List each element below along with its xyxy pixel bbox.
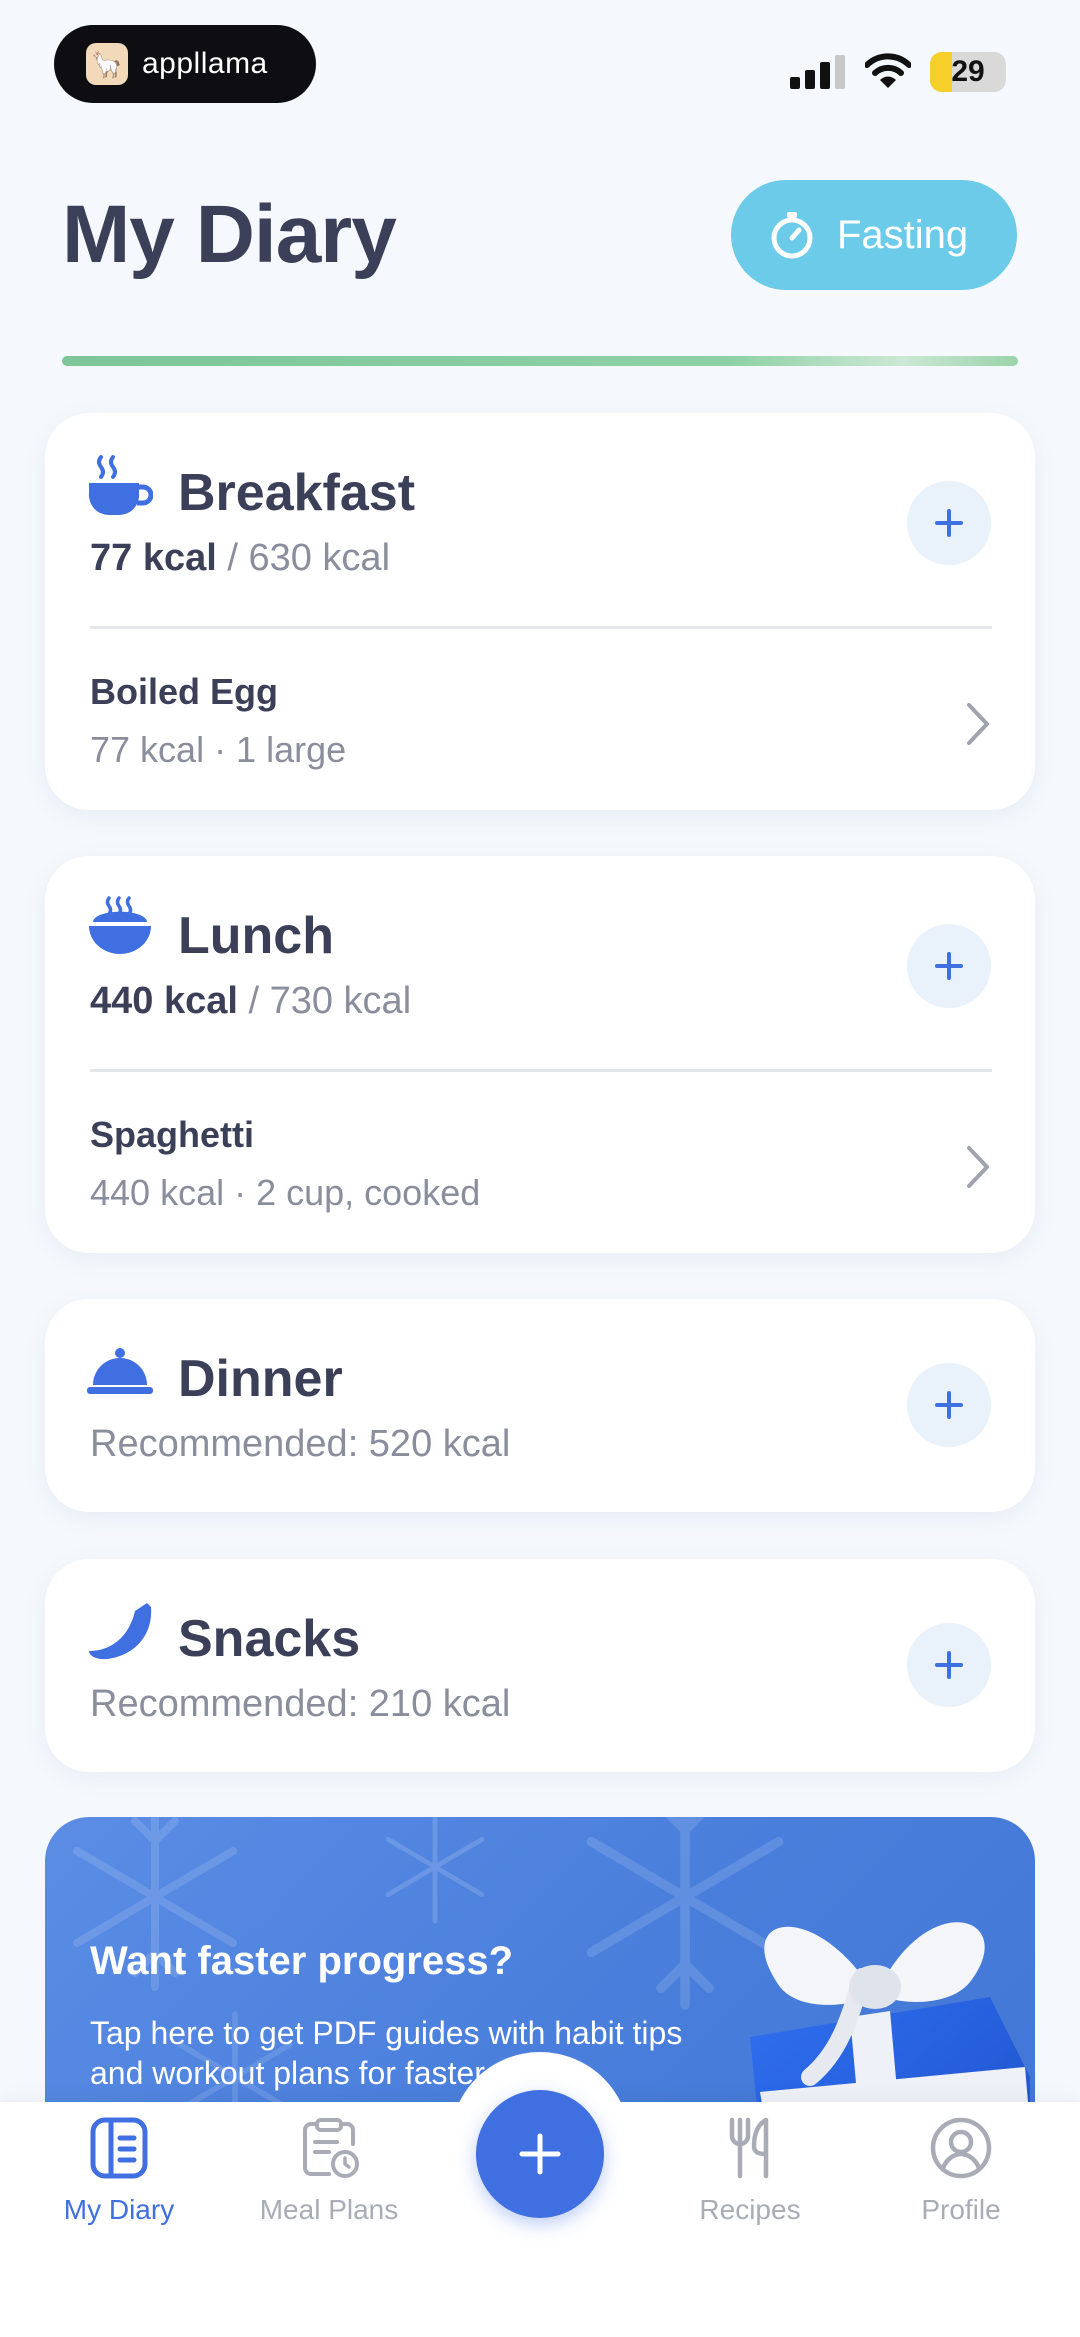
nav-label: My Diary — [63, 2194, 175, 2225]
add-dinner-button[interactable] — [907, 1363, 991, 1447]
add-entry-fab[interactable] — [476, 2090, 604, 2218]
meal-card-snacks[interactable]: Snacks Recommended: 210 kcal — [45, 1559, 1035, 1772]
chevron-right-icon[interactable] — [963, 701, 993, 747]
wifi-icon — [865, 53, 911, 88]
llama-logo-icon: 🦙 — [86, 43, 128, 85]
nav-item-profile[interactable]: Profile — [866, 2116, 1056, 2226]
battery-level: 29 — [951, 55, 985, 88]
meal-kcal: 77 kcal / 630 kcal — [90, 537, 390, 580]
coffee-cup-icon — [88, 455, 153, 516]
nav-item-my-diary[interactable]: My Diary — [24, 2116, 214, 2226]
daily-progress-bar — [62, 356, 1018, 366]
stopwatch-icon — [771, 212, 813, 259]
battery-indicator: 29 — [930, 52, 1006, 92]
meal-title: Dinner — [178, 1350, 343, 1408]
meal-recommended: Recommended: 210 kcal — [90, 1683, 511, 1725]
fork-knife-icon — [729, 2117, 769, 2179]
meal-card-lunch[interactable]: Lunch 440 kcal / 730 kcal Spaghetti 440 … — [45, 856, 1035, 1253]
meal-kcal-target: / 730 kcal — [237, 980, 412, 1022]
app-pill-label: appllama — [142, 47, 268, 80]
plus-icon — [935, 1651, 963, 1679]
fasting-button[interactable]: Fasting — [731, 180, 1017, 290]
page-title: My Diary — [62, 189, 397, 280]
fasting-label: Fasting — [837, 212, 969, 257]
meal-kcal-consumed: 77 kcal — [90, 537, 217, 579]
meal-card-breakfast[interactable]: Breakfast 77 kcal / 630 kcal Boiled Egg … — [45, 413, 1035, 810]
soup-bowl-icon — [89, 896, 151, 954]
plus-icon — [519, 2133, 561, 2175]
divider — [90, 1069, 992, 1072]
plus-icon — [935, 1391, 963, 1419]
food-item-name[interactable]: Spaghetti — [90, 1114, 254, 1156]
promo-title: Want faster progress? — [90, 1939, 514, 1983]
meal-recommended: Recommended: 520 kcal — [90, 1423, 511, 1465]
food-item-detail: 77 kcal · 1 large — [90, 729, 347, 770]
meal-plans-icon — [303, 2118, 359, 2178]
add-lunch-button[interactable] — [907, 924, 991, 1008]
food-item-name[interactable]: Boiled Egg — [90, 671, 278, 713]
diary-icon — [90, 2117, 148, 2179]
divider — [90, 626, 992, 629]
nav-item-recipes[interactable]: Recipes — [655, 2116, 845, 2226]
add-breakfast-button[interactable] — [907, 481, 991, 565]
chevron-right-icon[interactable] — [963, 1144, 993, 1190]
profile-icon — [930, 2117, 992, 2179]
meal-kcal: 440 kcal / 730 kcal — [90, 980, 411, 1023]
cloche-icon — [87, 1348, 153, 1394]
meal-kcal-consumed: 440 kcal — [90, 980, 238, 1022]
add-snacks-button[interactable] — [907, 1623, 991, 1707]
food-item-detail: 440 kcal · 2 cup, cooked — [90, 1172, 481, 1213]
meal-card-dinner[interactable]: Dinner Recommended: 520 kcal — [45, 1299, 1035, 1512]
plus-icon — [935, 952, 963, 980]
nav-item-meal-plans[interactable]: Meal Plans — [234, 2116, 424, 2226]
promo-description: Tap here to get PDF guides with habit ti… — [90, 2015, 683, 2091]
nav-label: Profile — [921, 2194, 1001, 2225]
meal-title: Lunch — [178, 907, 334, 965]
meal-title: Breakfast — [178, 464, 416, 522]
plus-icon — [935, 509, 963, 537]
meal-kcal-target: / 630 kcal — [216, 537, 391, 579]
app-pill: 🦙 appllama — [54, 25, 316, 103]
nav-label: Meal Plans — [259, 2194, 399, 2225]
meal-title: Snacks — [178, 1610, 361, 1668]
status-bar: 🦙 appllama 29 — [0, 0, 1080, 110]
banana-icon — [89, 1603, 152, 1660]
snowflake-decoration-icon — [385, 1817, 485, 1924]
cellular-signal-icon — [790, 55, 845, 89]
nav-label: Recipes — [699, 2194, 801, 2225]
